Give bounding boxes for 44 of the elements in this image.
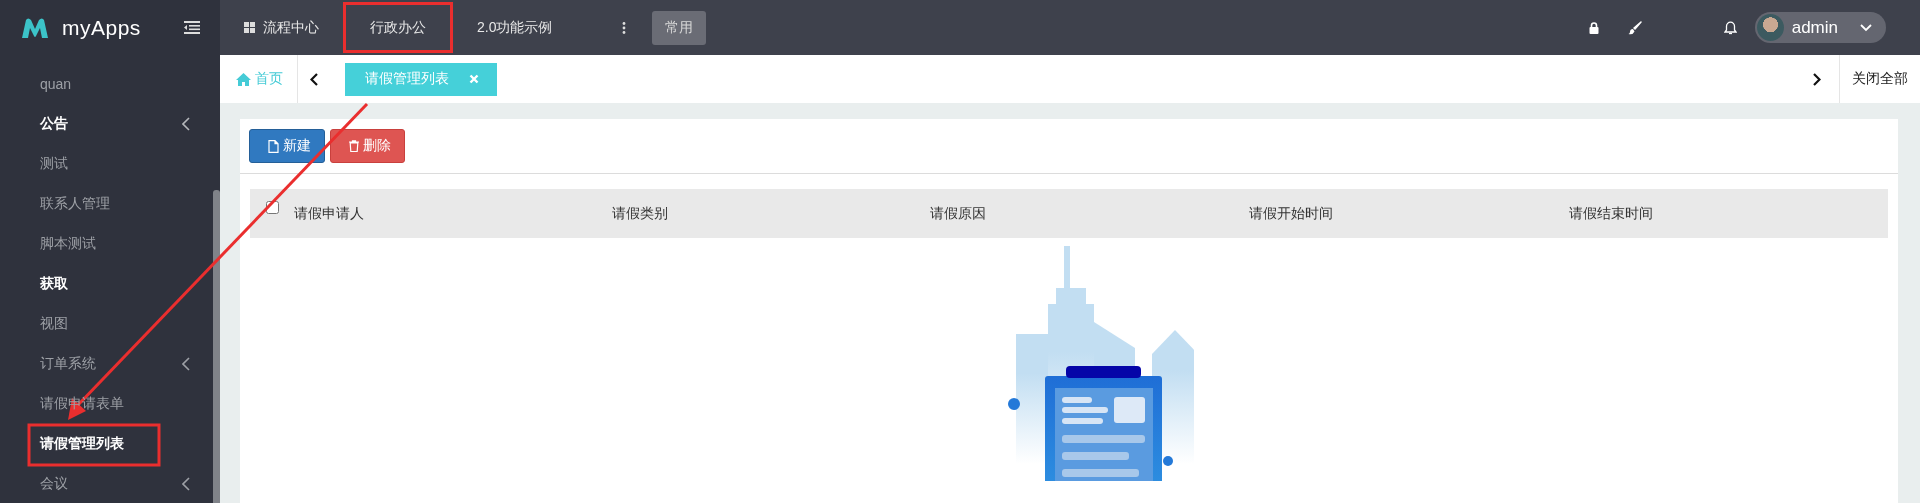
- close-all-button[interactable]: 关闭全部: [1839, 55, 1920, 103]
- column-header: 请假类别: [612, 204, 669, 223]
- avatar: [1756, 14, 1784, 41]
- sidebar-item[interactable]: 脚本测试: [0, 224, 212, 264]
- column-header: 请假申请人: [294, 204, 365, 223]
- menu-icon[interactable]: [184, 21, 200, 34]
- brush-icon[interactable]: [1627, 20, 1642, 35]
- home-icon: [236, 72, 251, 86]
- user-name: admin: [1791, 17, 1838, 38]
- nav-item[interactable]: 行政办公: [346, 5, 450, 50]
- column-header: 请假开始时间: [1249, 204, 1334, 223]
- lock-icon[interactable]: [1588, 21, 1599, 34]
- chevron-left-icon: [182, 117, 190, 131]
- sidebar-item[interactable]: 公告: [0, 104, 212, 144]
- grid-icon: [244, 22, 255, 33]
- sidebar-item[interactable]: 会议: [0, 464, 212, 503]
- delete-button[interactable]: 删除: [330, 129, 405, 163]
- new-button[interactable]: 新建: [249, 129, 325, 163]
- user-menu[interactable]: admin: [1754, 12, 1886, 43]
- logo-icon: [20, 16, 50, 39]
- sidebar-item[interactable]: 获取: [0, 264, 212, 304]
- chevron-left-icon: [182, 357, 190, 371]
- bell-icon[interactable]: [1723, 20, 1737, 35]
- sidebar-item[interactable]: 请假管理列表: [0, 424, 212, 464]
- nav-item[interactable]: 流程中心: [220, 0, 343, 55]
- chevron-left-icon: [310, 72, 318, 86]
- chevron-left-icon: [182, 477, 190, 491]
- sidebar-item[interactable]: 订单系统: [0, 344, 212, 384]
- scrollbar[interactable]: [213, 190, 220, 503]
- sidebar-item[interactable]: 联系人管理: [0, 184, 212, 224]
- column-header: 请假结束时间: [1569, 204, 1654, 223]
- trash-icon: [349, 140, 359, 152]
- chevron-down-icon: [1860, 23, 1872, 32]
- chevron-right-icon: [1813, 72, 1821, 86]
- column-header: 请假原因: [930, 204, 987, 223]
- sidebar-item[interactable]: 视图: [0, 304, 212, 344]
- more-icon[interactable]: [622, 21, 627, 34]
- common-button[interactable]: 常用: [652, 10, 707, 45]
- file-icon: [268, 139, 279, 153]
- nav-item[interactable]: 2.0功能示例: [453, 0, 623, 55]
- select-all-checkbox[interactable]: [266, 201, 279, 214]
- sidebar-item[interactable]: 测试: [0, 144, 212, 184]
- sidebar-item[interactable]: quan: [0, 64, 212, 104]
- brand-name: myApps: [62, 15, 142, 40]
